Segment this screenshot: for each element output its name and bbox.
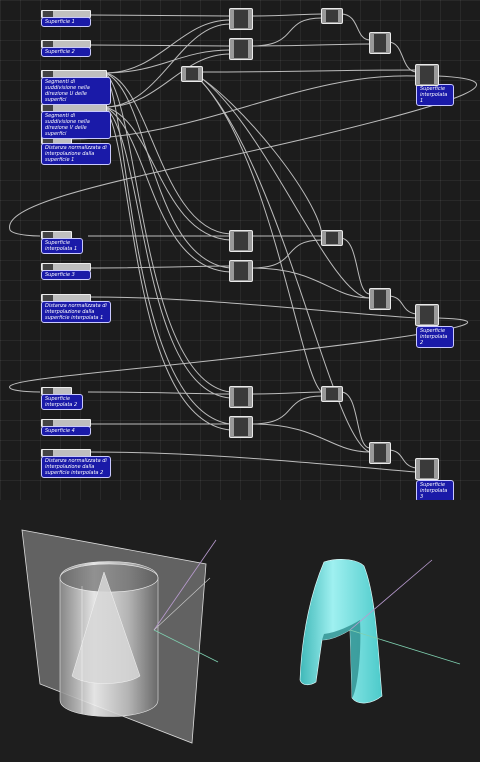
wire (340, 391, 371, 449)
grasshopper-canvas[interactable]: Superficie 1 Superficie 2 Segmenti di su… (0, 0, 480, 502)
wire (87, 44, 231, 47)
wire (104, 49, 231, 74)
wire (191, 71, 323, 393)
wire (104, 72, 231, 269)
wire (87, 391, 231, 395)
wire (104, 72, 231, 235)
interpolate-node[interactable] (369, 288, 391, 310)
wire (104, 72, 231, 393)
wire (104, 106, 231, 273)
panel-output-1[interactable]: Superficie interpolata 1 (416, 84, 454, 106)
wire (87, 14, 231, 17)
wire (251, 13, 323, 17)
wire (251, 391, 323, 395)
panel-segmenti-u[interactable]: Segmenti di suddivisione nella direzione… (41, 77, 111, 105)
3d-viewport[interactable] (0, 500, 480, 762)
divide-surface-node[interactable] (229, 416, 253, 438)
panel-distanza-interp-2[interactable]: Distanza normalizzata di interpolazione … (41, 456, 111, 478)
divide-surface-node[interactable] (229, 260, 253, 282)
wire (387, 449, 417, 469)
wire (89, 451, 417, 473)
panel-superficie-4[interactable]: Superficie 4 (41, 426, 91, 436)
wire (89, 296, 417, 319)
wire (340, 237, 371, 295)
wire (104, 23, 231, 108)
panel-distanza-1[interactable]: Distanza normalizzata di interpolazione … (41, 143, 111, 165)
surface-output-node[interactable] (415, 304, 439, 326)
wire (251, 423, 371, 453)
wire (251, 267, 371, 299)
panel-distanza-interp-1[interactable]: Distanza normalizzata di interpolazione … (41, 301, 111, 323)
viewport-render (21, 529, 461, 744)
panel-superficie-3[interactable]: Superficie 3 (41, 270, 91, 280)
wire (251, 395, 323, 425)
wire (191, 71, 323, 237)
list-item-node[interactable] (321, 230, 343, 246)
surface-output-node[interactable] (415, 458, 439, 480)
panel-superficie-1[interactable]: Superficie 1 (41, 17, 91, 27)
interpolate-node[interactable] (369, 32, 391, 54)
divide-surface-node[interactable] (229, 230, 253, 252)
wire (69, 75, 417, 140)
panel-output-2[interactable]: Superficie interpolata 2 (416, 326, 454, 348)
wire (387, 41, 417, 73)
divide-surface-node[interactable] (229, 386, 253, 408)
surface-output-node[interactable] (415, 64, 439, 86)
wire (340, 13, 371, 41)
divide-surface-node[interactable] (229, 38, 253, 60)
series-node[interactable] (181, 66, 203, 82)
wire (9, 317, 469, 393)
wire (199, 69, 417, 73)
wire (104, 106, 231, 399)
panel-interpolato-1[interactable]: Superficie interpolata 1 (41, 238, 83, 254)
wire (251, 17, 323, 47)
panel-superficie-2[interactable]: Superficie 2 (41, 47, 91, 57)
wire (387, 295, 417, 315)
list-item-node[interactable] (321, 8, 343, 24)
interpolate-node[interactable] (369, 442, 391, 464)
list-item-node[interactable] (321, 386, 343, 402)
panel-segmenti-v[interactable]: Segmenti di suddivisione nella direzione… (41, 111, 111, 139)
divide-surface-node[interactable] (229, 8, 253, 30)
panel-output-3[interactable]: Superficie interpolata 3 (416, 480, 454, 502)
panel-interpolato-2[interactable]: Superficie interpolata 2 (41, 394, 83, 410)
